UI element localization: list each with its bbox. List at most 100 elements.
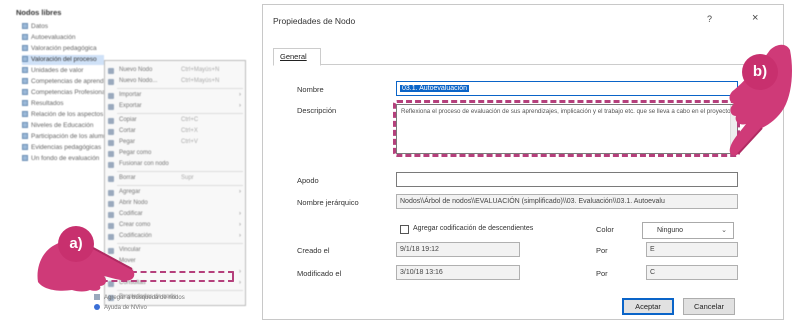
tree-item[interactable]: Unidades de valor	[22, 66, 83, 76]
node-icon	[22, 122, 28, 129]
submenu-arrow-icon: ›	[239, 269, 241, 275]
node-icon	[22, 34, 28, 41]
node-icon	[22, 89, 28, 96]
modificado-por-field[interactable]: C	[646, 265, 738, 280]
menu-item-shortcut: Ctrl+Mayús+N	[181, 67, 220, 73]
tree-title: Nodos libres	[16, 8, 62, 17]
tab-strip	[273, 45, 773, 65]
menu-item-shortcut: Ctrl+C	[181, 117, 199, 123]
jerarquico-label: Nombre jerárquico	[297, 198, 359, 207]
tree-item[interactable]: Valoración del proceso	[22, 55, 104, 65]
context-menu-item[interactable]: Agregar a búsqueda de nodos	[94, 293, 185, 303]
tree-item[interactable]: Autoevaluación	[22, 33, 75, 43]
nombre-field[interactable]: 03.1. Autoevaluación	[396, 81, 738, 96]
tree-item[interactable]: Un fondo de evaluación	[22, 154, 99, 164]
context-menu-item[interactable]: Abrir Nodo	[105, 198, 245, 209]
tab-general[interactable]: General	[273, 48, 321, 66]
agregar-codificacion-label: Agregar codificación de descendientes	[413, 225, 534, 232]
menu-item-shortcut: Ctrl+X	[181, 128, 198, 134]
modificado-label: Modificado el	[297, 269, 342, 278]
tree-item-label: Valoración del proceso	[31, 56, 97, 63]
menu-separator	[117, 88, 243, 89]
context-menu-item[interactable]: Pegar como	[105, 148, 245, 159]
menu-item-label: Pegar como	[119, 150, 152, 156]
help-button[interactable]: ?	[707, 14, 712, 24]
agregar-codificacion-checkbox[interactable]	[400, 225, 409, 234]
dialog-title: Propiedades de Nodo	[273, 16, 356, 26]
context-menu-item[interactable]: Exportar ›	[105, 101, 245, 112]
node-icon	[22, 111, 28, 118]
creado-label: Creado el	[297, 246, 330, 255]
descripcion-label: Descripción	[297, 106, 337, 115]
menu-item-icon	[108, 68, 114, 74]
node-icon	[22, 78, 28, 85]
cancel-button[interactable]: Cancelar	[683, 298, 735, 315]
context-menu-item[interactable]: Copiar Ctrl+C	[105, 115, 245, 126]
creado-por-label: Por	[596, 246, 608, 255]
node-icon	[22, 100, 28, 107]
context-menu-item[interactable]: Importar ›	[105, 90, 245, 101]
tree-item[interactable]: Competencias de aprendizaje	[22, 77, 117, 87]
submenu-arrow-icon: ›	[239, 92, 241, 98]
menu-item-icon	[108, 162, 114, 168]
menu-item-label: Nuevo Nodo...	[119, 78, 158, 84]
tree-item[interactable]: Valoración pedagógica	[22, 44, 97, 54]
tree-item[interactable]: Niveles de Educación	[22, 121, 94, 131]
menu-item-label: Copiar	[119, 117, 137, 123]
submenu-arrow-icon: ›	[239, 211, 241, 217]
color-label: Color	[596, 225, 614, 234]
menu-item-label: Agregar	[119, 189, 141, 195]
menu-item-shortcut: Ctrl+V	[181, 139, 198, 145]
accept-button[interactable]: Aceptar	[622, 298, 674, 315]
submenu-arrow-icon: ›	[239, 233, 241, 239]
context-menu-tail: Agregar a búsqueda de nodos Ayuda de NViv…	[94, 293, 185, 313]
context-menu-item[interactable]: Pegar Ctrl+V	[105, 137, 245, 148]
submenu-arrow-icon: ›	[239, 222, 241, 228]
context-menu-item[interactable]: Nuevo Nodo... Ctrl+Mayús+N	[105, 76, 245, 87]
color-select[interactable]: Ninguno ⌄	[642, 222, 734, 239]
menu-item-label: Agregar a búsqueda de nodos	[104, 295, 185, 301]
jerarquico-field[interactable]: Nodos\\Árbol de nodos\\EVALUACIÓN (simpl…	[396, 194, 738, 209]
creado-field[interactable]: 9/1/18 19:12	[396, 242, 520, 257]
menu-item-icon	[108, 129, 114, 135]
node-icon	[22, 45, 28, 52]
context-menu-item[interactable]: Agregar ›	[105, 187, 245, 198]
menu-item-icon	[108, 176, 114, 182]
menu-item-label: Cortar	[119, 128, 136, 134]
apodo-label: Apodo	[297, 176, 319, 185]
tree-item[interactable]: Resultados	[22, 99, 64, 109]
context-menu-item[interactable]: Fusionar con nodo	[105, 159, 245, 170]
nombre-label: Nombre	[297, 85, 324, 94]
menu-item-icon	[108, 118, 114, 124]
context-menu-item[interactable]: Borrar Supr	[105, 173, 245, 184]
context-menu-item[interactable]: Nuevo Nodo Ctrl+Mayús+N	[105, 65, 245, 76]
modificado-field[interactable]: 3/10/18 13:16	[396, 265, 520, 280]
menu-item-label: Abrir Nodo	[119, 200, 148, 206]
tree-item[interactable]: Evidencias pedagógicas	[22, 143, 101, 153]
close-button[interactable]: ×	[752, 12, 758, 24]
node-icon	[22, 155, 28, 162]
tree-item[interactable]: Datos	[22, 22, 48, 32]
menu-item-icon	[108, 104, 114, 110]
menu-item-label: Fusionar con nodo	[119, 161, 169, 167]
tree-item-label: Valoración pedagógica	[31, 45, 97, 52]
context-menu-item[interactable]: Cortar Ctrl+X	[105, 126, 245, 137]
menu-item-label: Borrar	[119, 175, 136, 181]
context-menu-item[interactable]: Ayuda de NVivo	[94, 303, 185, 313]
tree-item-label: Evidencias pedagógicas	[31, 144, 102, 151]
tree-item-label: Unidades de valor	[31, 67, 84, 74]
node-icon	[22, 67, 28, 74]
creado-por-field[interactable]: E	[646, 242, 738, 257]
menu-separator	[117, 113, 243, 114]
tree-item-label: Autoevaluación	[31, 34, 76, 41]
tree-item-label: Competencias Profesionales	[31, 89, 114, 96]
tree-item[interactable]: Competencias Profesionales	[22, 88, 114, 98]
submenu-arrow-icon: ›	[239, 280, 241, 286]
apodo-field[interactable]	[396, 172, 738, 187]
tree-item[interactable]: Participación de los alumnos	[22, 132, 114, 142]
menu-item-icon	[108, 190, 114, 196]
menu-item-label: Pegar	[119, 139, 136, 145]
node-icon	[22, 133, 28, 140]
tree-item[interactable]: Relación de los aspectos	[22, 110, 103, 120]
tree-item-label: Datos	[31, 23, 48, 30]
